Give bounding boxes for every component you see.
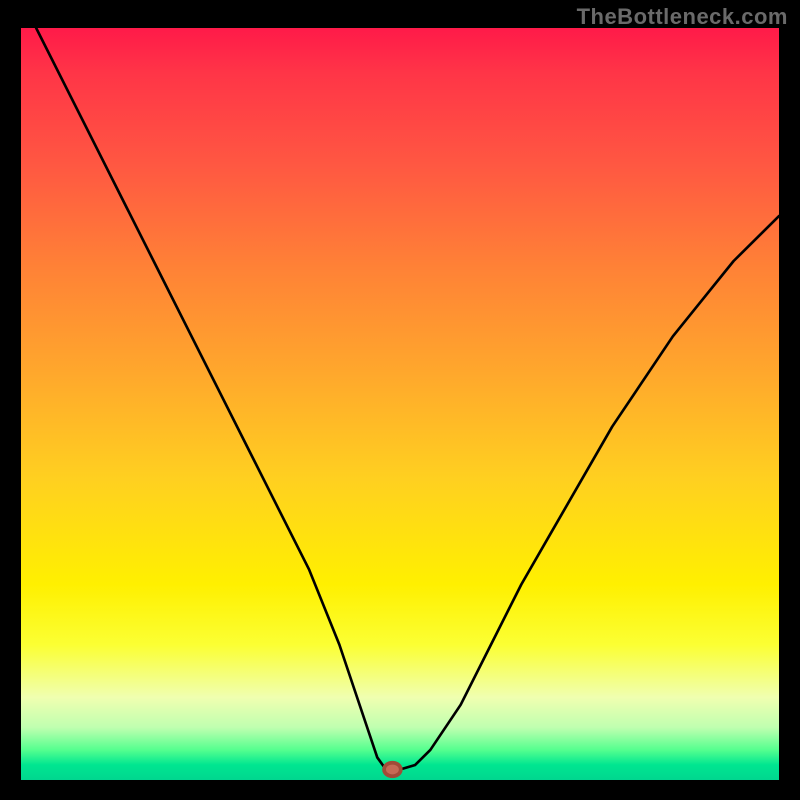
chart-frame: TheBottleneck.com — [0, 0, 800, 800]
plot-area — [21, 28, 779, 780]
bottleneck-curve — [36, 28, 779, 769]
bottleneck-curve-svg — [21, 28, 779, 780]
marker-dot — [384, 763, 401, 777]
watermark-label: TheBottleneck.com — [577, 4, 788, 30]
